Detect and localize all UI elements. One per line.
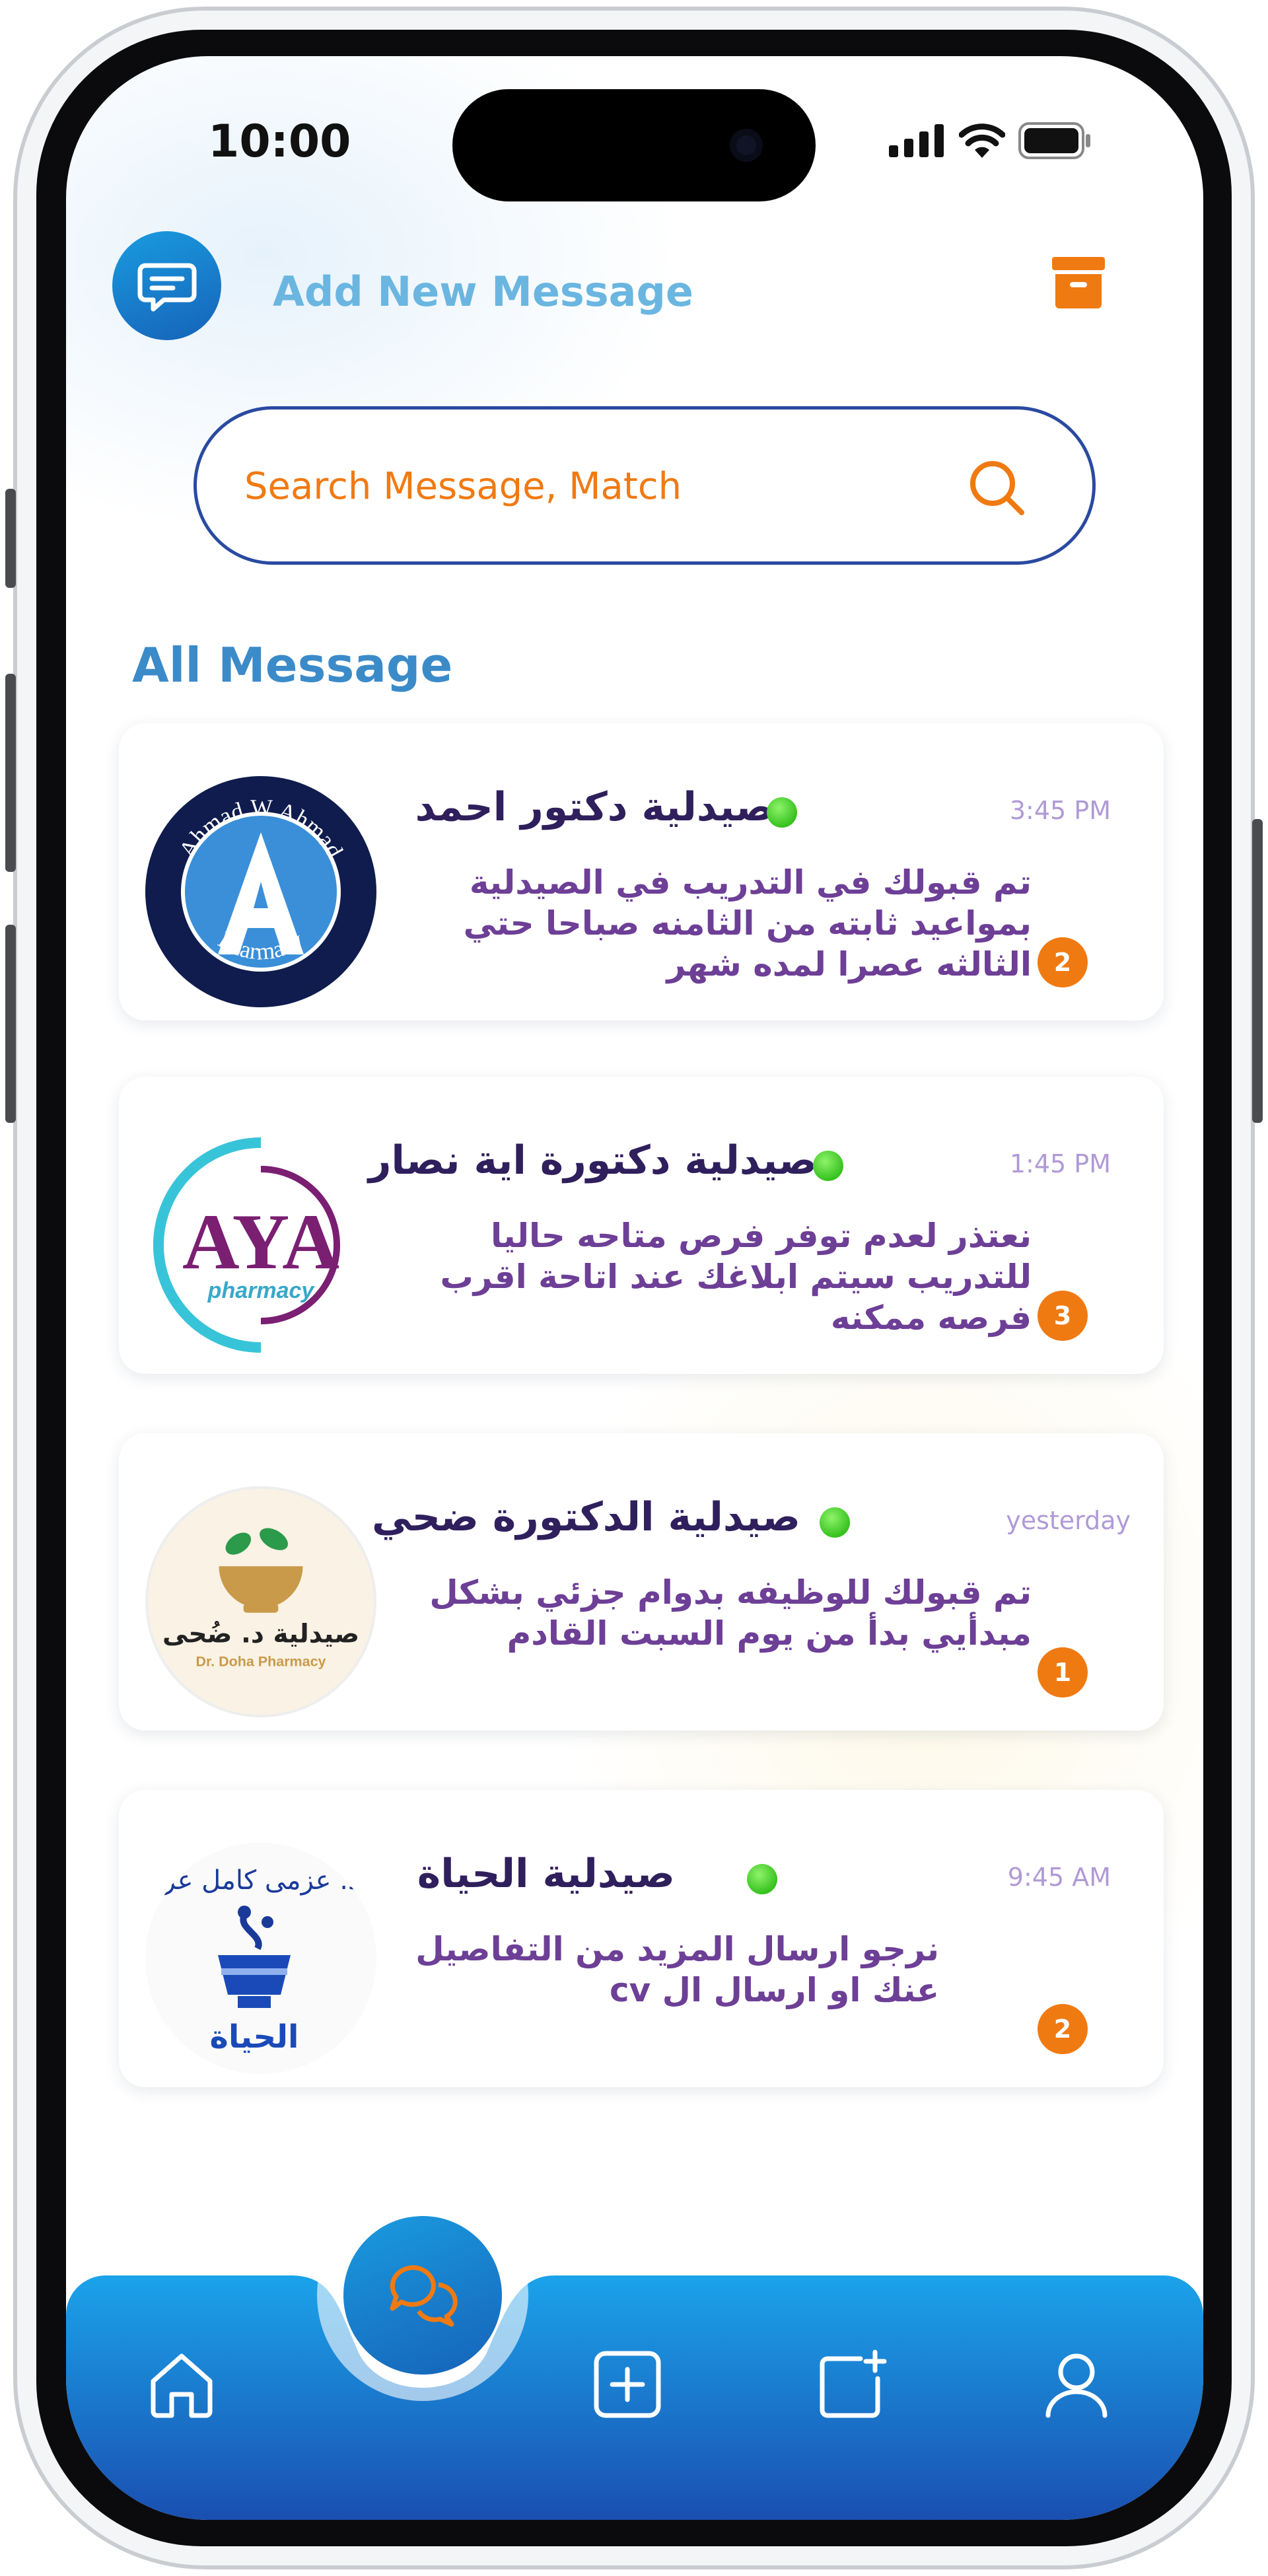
home-icon — [151, 2353, 213, 2418]
search-icon[interactable] — [964, 454, 1030, 520]
side-button — [5, 489, 16, 588]
screen: 10:00 Add New Message Search Message, Ma… — [66, 56, 1203, 2520]
conversation-preview: تم قبولك للوظيفه بدوام جزئي بشكل مبدأيي … — [429, 1573, 1032, 1653]
unread-badge: 3 — [1038, 1291, 1088, 1341]
search-bar[interactable] — [194, 406, 1096, 565]
conversation-preview: تم قبولك في التدريب في الصيدلية بمواعيد … — [463, 863, 1032, 984]
svg-text:Dr. Doha Pharmacy: Dr. Doha Pharmacy — [195, 1654, 326, 1670]
nav-profile[interactable] — [1034, 2342, 1119, 2427]
new-message-button[interactable] — [112, 231, 221, 340]
wifi-icon — [959, 124, 1005, 158]
dynamic-island — [452, 89, 816, 201]
svg-text:pharmacy: pharmacy — [207, 1278, 316, 1303]
page-title[interactable]: Add New Message — [273, 268, 693, 316]
conversation-card[interactable]: د. عزمى كامل عزى الحياة صيدلية الحياة 9:… — [119, 1790, 1164, 2087]
pharmacy-logo-ahmad: Ahmad W Ahmad Pharmacy — [145, 776, 376, 1007]
svg-text:AYA: AYA — [182, 1198, 339, 1285]
nav-new-post[interactable] — [809, 2342, 895, 2427]
battery-icon — [1018, 122, 1090, 159]
pharmacy-logo-doha: صيدلية د. ضُحى Dr. Doha Pharmacy — [145, 1486, 376, 1717]
section-title: All Message — [132, 637, 453, 693]
chat-icon — [390, 2265, 458, 2327]
nav-add[interactable] — [584, 2342, 670, 2427]
unread-badge: 2 — [1038, 2004, 1088, 2054]
message-icon — [137, 263, 196, 311]
chat-tab-button[interactable] — [343, 2216, 502, 2375]
status-time: 10:00 — [208, 116, 351, 168]
unread-badge: 1 — [1038, 1647, 1088, 1698]
conversation-name: صيدلية الدكتورة ضحي — [372, 1494, 800, 1540]
conversation-card[interactable]: صيدلية د. ضُحى Dr. Doha Pharmacy صيدلية … — [119, 1433, 1164, 1731]
svg-text:صيدلية د. ضُحى: صيدلية د. ضُحى — [162, 1620, 359, 1649]
conversation-card[interactable]: Ahmad W Ahmad Pharmacy صيدلية دكتور احمد… — [119, 723, 1164, 1020]
conversation-preview: نرجو ارسال المزيد من التفاصيل عنك او ارس… — [415, 1930, 939, 2009]
search-input[interactable] — [243, 456, 906, 517]
conversation-preview: نعتذر لعدم توفر فرص متاحه حاليا للتدريب … — [440, 1217, 1032, 1337]
conversation-time: yesterday — [1006, 1506, 1131, 1535]
conversation-time: 1:45 PM — [1009, 1149, 1111, 1178]
conversation-time: 3:45 PM — [1009, 796, 1111, 825]
unread-badge: 2 — [1038, 937, 1088, 987]
online-indicator — [747, 1864, 777, 1894]
profile-icon — [1045, 2353, 1108, 2418]
pharmacy-logo-hayat: د. عزمى كامل عزى الحياة — [145, 1843, 376, 2074]
online-indicator — [813, 1151, 843, 1181]
nav-home[interactable] — [139, 2342, 225, 2427]
pharmacy-logo-aya: AYA pharmacy — [145, 1129, 376, 1361]
svg-text:د. عزمى كامل عزى: د. عزمى كامل عزى — [145, 1865, 360, 1896]
conversation-name: صيدلية دكتورة اية نصار — [368, 1137, 817, 1184]
new-post-icon — [820, 2349, 887, 2418]
side-button — [5, 674, 16, 872]
online-indicator — [820, 1507, 850, 1538]
svg-text:الحياة: الحياة — [209, 2019, 299, 2056]
conversation-card[interactable]: AYA pharmacy صيدلية دكتورة اية نصار 1:45… — [119, 1077, 1164, 1374]
conversation-name: صيدلية الحياة — [417, 1851, 675, 1897]
archive-icon[interactable] — [1049, 253, 1108, 312]
side-button — [1252, 819, 1263, 1123]
side-button — [5, 925, 16, 1123]
online-indicator — [767, 797, 797, 828]
conversation-name: صيدلية دكتور احمد — [415, 784, 774, 830]
conversation-time: 9:45 AM — [1007, 1863, 1111, 1892]
add-square-icon — [594, 2351, 661, 2418]
status-icons — [889, 122, 1091, 159]
camera — [730, 129, 763, 162]
signal-icon — [889, 124, 944, 157]
bottom-nav — [66, 2216, 1203, 2520]
